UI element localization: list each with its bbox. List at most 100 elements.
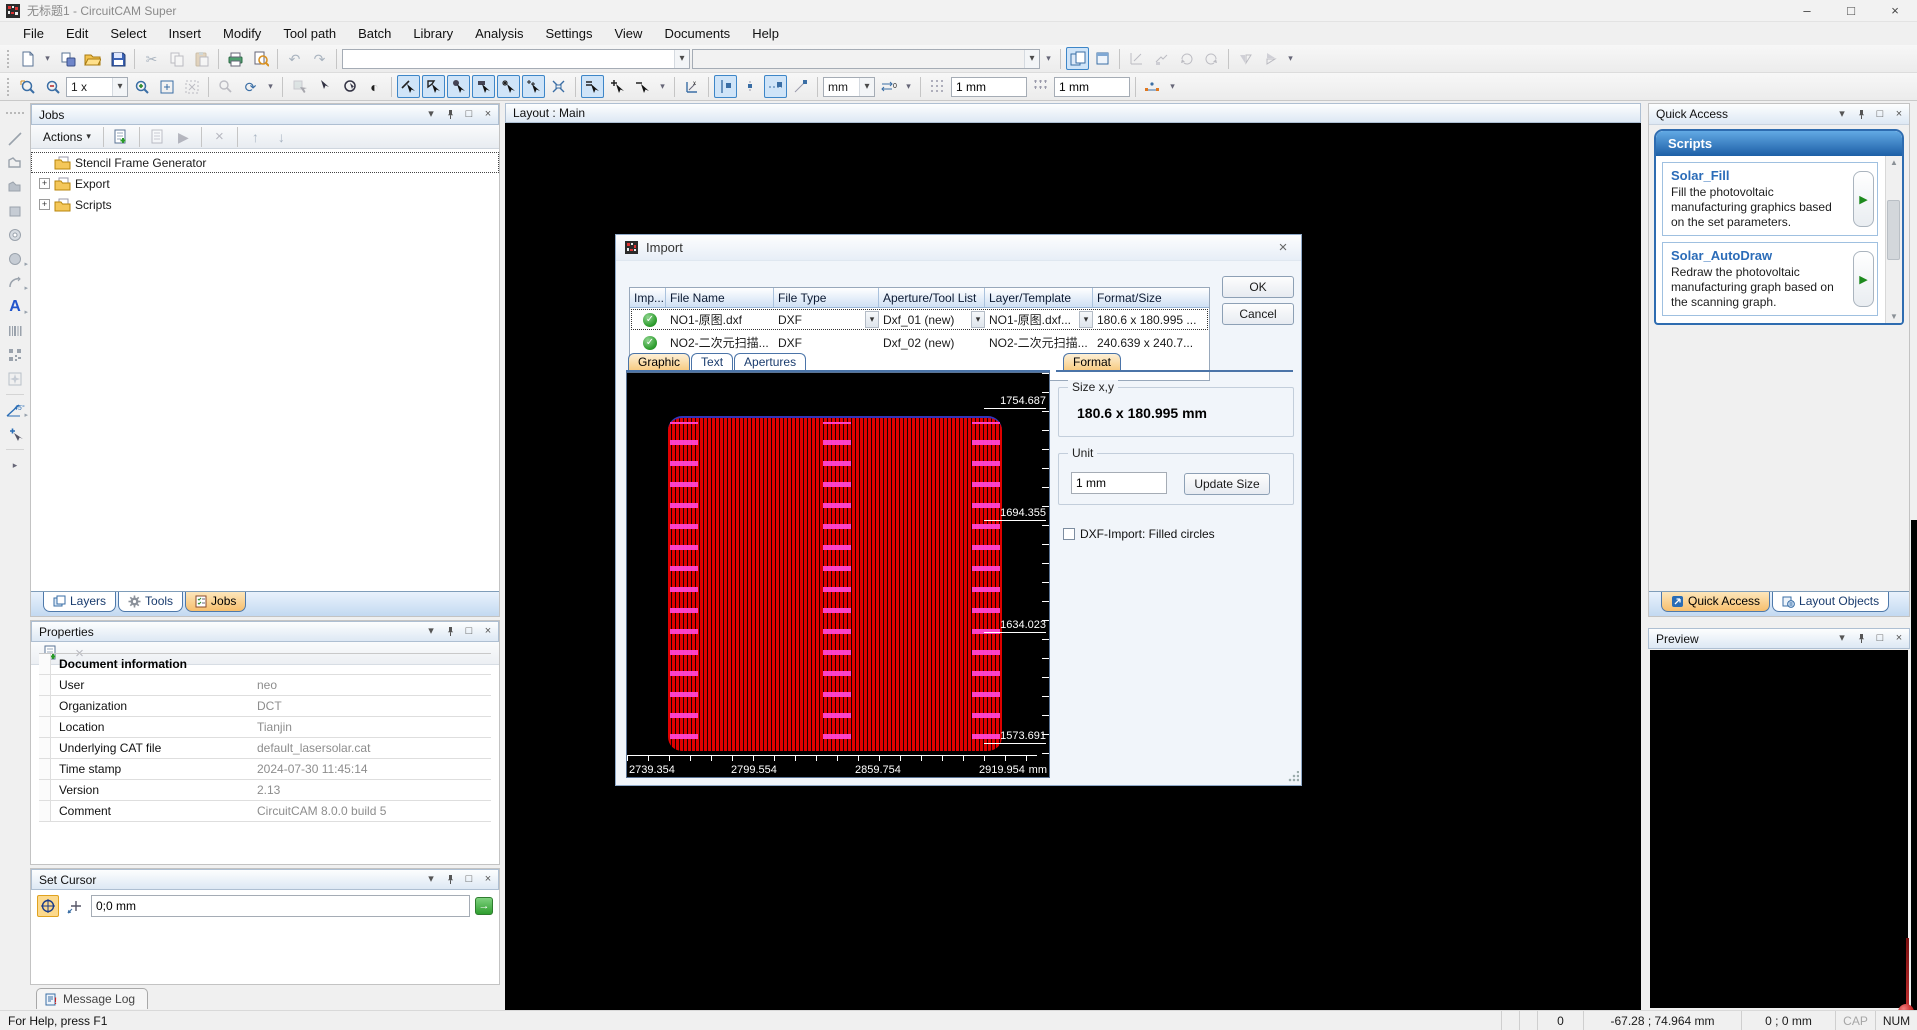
- open-path-tool[interactable]: [3, 151, 27, 175]
- absolute-cursor-button[interactable]: [37, 895, 59, 917]
- unit-caret[interactable]: ▾: [859, 78, 874, 96]
- import-dialog-close-icon[interactable]: ×: [1273, 239, 1293, 256]
- dxf-filled-circles-checkbox[interactable]: DXF-Import: Filled circles: [1063, 527, 1215, 541]
- zoom-level-caret[interactable]: ▾: [112, 78, 127, 96]
- import-file-button[interactable]: [56, 47, 79, 70]
- cursor-position-input[interactable]: [91, 895, 470, 917]
- zoom-level-combobox[interactable]: 1 x▾: [66, 77, 128, 97]
- menu-batch[interactable]: Batch: [347, 23, 402, 44]
- snap-guide-button[interactable]: [714, 75, 737, 98]
- fiducial-tool[interactable]: [3, 367, 27, 391]
- redo-button[interactable]: ↷: [308, 47, 331, 70]
- cell-aperture[interactable]: Dxf_01 (new)▾: [879, 308, 985, 331]
- select-object-button[interactable]: [288, 75, 311, 98]
- select-point-tool[interactable]: [497, 75, 520, 98]
- new-document-caret[interactable]: ▾: [41, 48, 54, 70]
- magnify-pick-button[interactable]: [338, 75, 361, 98]
- script-link-solar-fill[interactable]: Solar_Fill: [1671, 168, 1847, 183]
- actions-button[interactable]: Actions▾: [37, 128, 97, 146]
- tab-tools[interactable]: Tools: [118, 592, 183, 612]
- table-row[interactable]: CommentCircuitCAM 8.0.0 build 5: [39, 801, 491, 822]
- script-link-solar-autodraw[interactable]: Solar_AutoDraw: [1671, 248, 1847, 263]
- tab-apertures[interactable]: Apertures: [734, 353, 806, 371]
- update-size-button[interactable]: Update Size: [1184, 473, 1270, 495]
- tab-layers[interactable]: Layers: [43, 592, 116, 612]
- import-ok-icon[interactable]: ✓: [643, 336, 657, 350]
- preview-menu-icon[interactable]: ▾: [1836, 633, 1848, 645]
- snap-point-button[interactable]: [739, 75, 762, 98]
- toolbar1-overflow-2[interactable]: ▾: [1284, 48, 1297, 70]
- polygon-tool[interactable]: [3, 175, 27, 199]
- new-document-button[interactable]: [16, 47, 39, 70]
- copy-button[interactable]: [165, 47, 188, 70]
- run-script-button[interactable]: ▶: [1853, 171, 1874, 227]
- script-card-solar-autodraw[interactable]: Solar_AutoDraw Redraw the photovoltaic m…: [1662, 242, 1878, 316]
- selection-combobox[interactable]: ▾: [342, 49, 690, 69]
- cell-file-type[interactable]: DXF▾: [774, 308, 879, 331]
- zoom-in-button[interactable]: [130, 75, 153, 98]
- grid-cross-button[interactable]: [1029, 75, 1052, 98]
- menu-modify[interactable]: Modify: [212, 23, 272, 44]
- undo-button[interactable]: ↶: [283, 47, 306, 70]
- align-shapes-button[interactable]: [1150, 47, 1173, 70]
- cell-file-name[interactable]: NO2-二次元扫描...: [666, 331, 774, 354]
- grid-dots-button[interactable]: [926, 75, 949, 98]
- jobs-close-icon[interactable]: ×: [482, 109, 494, 121]
- column-import[interactable]: Imp...: [630, 288, 666, 307]
- properties-menu-icon[interactable]: ▾: [425, 626, 437, 638]
- strip-grip[interactable]: [6, 112, 24, 116]
- grid-size-input[interactable]: [951, 77, 1027, 97]
- open-button[interactable]: [81, 47, 104, 70]
- barcode-tool[interactable]: [3, 319, 27, 343]
- cell-file-type[interactable]: DXF: [774, 331, 879, 354]
- column-file-type[interactable]: File Type: [774, 288, 879, 307]
- cell-layer[interactable]: NO2-二次元扫描...: [985, 331, 1093, 354]
- script-card-solar-fill[interactable]: Solar_Fill Fill the photovoltaic manufac…: [1662, 162, 1878, 236]
- tab-quick-access[interactable]: Quick Access: [1661, 592, 1770, 612]
- tree-item-stencil-frame-generator[interactable]: Stencil Frame Generator: [31, 152, 499, 173]
- file-type-dropdown-icon[interactable]: ▾: [865, 311, 879, 328]
- select-line-tool[interactable]: [397, 75, 420, 98]
- scripts-scrollbar[interactable]: ▲ ▼: [1885, 156, 1902, 323]
- close-button[interactable]: ×: [1873, 0, 1917, 21]
- rotate-left-button[interactable]: [1175, 47, 1198, 70]
- segment-node-button[interactable]: [1141, 75, 1164, 98]
- preview-close-icon[interactable]: ×: [1893, 633, 1905, 645]
- tree-item-export[interactable]: + Export: [31, 173, 499, 194]
- menu-select[interactable]: Select: [99, 23, 157, 44]
- toolbar2-overflow-2[interactable]: ▾: [656, 76, 669, 98]
- import-row-2[interactable]: ✓ NO2-二次元扫描... DXF Dxf_02 (new) NO2-二次元扫…: [630, 331, 1209, 354]
- table-row[interactable]: Version2.13: [39, 780, 491, 801]
- ok-button[interactable]: OK: [1222, 276, 1294, 298]
- cell-aperture[interactable]: Dxf_02 (new): [879, 331, 985, 354]
- delete-job-button[interactable]: ×: [208, 125, 231, 148]
- arc-tool[interactable]: ▸: [3, 271, 27, 295]
- unit-input[interactable]: [1071, 472, 1167, 494]
- tab-text[interactable]: Text: [691, 353, 733, 371]
- column-file-name[interactable]: File Name: [666, 288, 774, 307]
- scroll-thumb[interactable]: [1887, 200, 1900, 260]
- attach-cursor-tool[interactable]: [3, 422, 27, 446]
- move-up-button[interactable]: ↑: [244, 125, 267, 148]
- tab-message-log[interactable]: ! Message Log: [36, 988, 148, 1009]
- quick-access-close-icon[interactable]: ×: [1893, 108, 1905, 120]
- select-multipoint-tool[interactable]: [522, 75, 545, 98]
- run-job-button[interactable]: ▶: [172, 125, 195, 148]
- aperture-dropdown-icon[interactable]: ▾: [971, 311, 985, 328]
- remove-selection-tool[interactable]: [631, 75, 654, 98]
- cell-file-name[interactable]: NO1-原图.dxf: [666, 308, 774, 331]
- scroll-up-icon[interactable]: ▲: [1890, 158, 1898, 167]
- table-row[interactable]: OrganizationDCT: [39, 696, 491, 717]
- edit-job-button[interactable]: [146, 125, 169, 148]
- unit-combobox[interactable]: mm▾: [823, 77, 875, 97]
- maximize-button[interactable]: □: [1829, 0, 1873, 21]
- quick-access-maximize-icon[interactable]: □: [1874, 108, 1886, 120]
- import-ok-icon[interactable]: ✓: [643, 313, 657, 327]
- select-pad-tool[interactable]: [447, 75, 470, 98]
- tab-jobs[interactable]: Jobs: [185, 592, 246, 612]
- table-row[interactable]: LocationTianjin: [39, 717, 491, 738]
- set-cursor-close-icon[interactable]: ×: [482, 874, 494, 886]
- properties-maximize-icon[interactable]: □: [463, 626, 475, 638]
- layer-dropdown-icon[interactable]: ▾: [1079, 311, 1093, 328]
- select-polygon-tool[interactable]: [472, 75, 495, 98]
